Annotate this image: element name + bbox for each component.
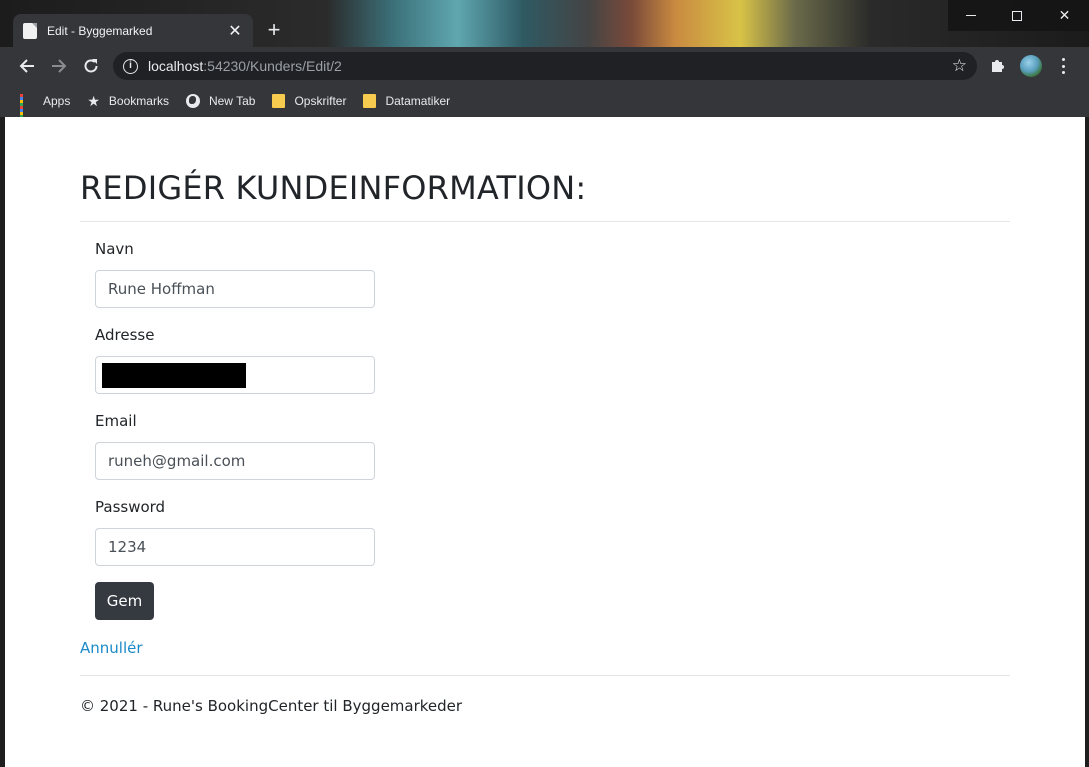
minimize-icon xyxy=(966,15,976,16)
close-window-button[interactable]: ✕ xyxy=(1040,0,1089,31)
title-divider xyxy=(80,221,1010,222)
right-window-edge xyxy=(1085,117,1089,767)
page-title: REDIGÉR KUNDEINFORMATION: xyxy=(80,169,587,207)
url-host: localhost xyxy=(148,58,204,74)
browser-menu-icon[interactable] xyxy=(1055,56,1071,76)
minimize-button[interactable] xyxy=(948,0,994,31)
maximize-button[interactable] xyxy=(994,0,1040,31)
tab-strip: Edit - Byggemarked ✕ + ✕ xyxy=(0,0,1089,47)
email-input[interactable] xyxy=(95,442,375,480)
password-label: Password xyxy=(95,498,166,516)
bookmarks-bar: Apps ★ Bookmarks New Tab Opskrifter Data… xyxy=(0,85,1089,121)
info-icon[interactable]: i xyxy=(123,58,138,74)
page-favicon-icon xyxy=(23,22,37,39)
tab-title: Edit - Byggemarked xyxy=(47,23,153,38)
browser-window: Edit - Byggemarked ✕ + ✕ i localhost:542… xyxy=(0,0,1089,767)
tab-close-icon[interactable]: ✕ xyxy=(227,21,243,41)
reload-button[interactable] xyxy=(79,54,103,78)
maximize-icon xyxy=(1012,10,1022,21)
cancel-link[interactable]: Annullér xyxy=(80,639,143,657)
navn-label: Navn xyxy=(95,240,134,258)
adresse-field-wrapper xyxy=(95,356,375,394)
extensions-puzzle-icon[interactable] xyxy=(989,56,1007,74)
bookmark-label: New Tab xyxy=(208,94,256,108)
globe-icon xyxy=(185,94,200,108)
bookmark-label: Bookmarks xyxy=(108,94,169,108)
forward-button[interactable] xyxy=(47,54,71,78)
bookmark-bookmarks[interactable]: ★ Bookmarks xyxy=(87,93,169,110)
folder-icon xyxy=(363,94,377,108)
bookmark-label: Datamatiker xyxy=(385,94,451,108)
url-path: :54230/Kunders/Edit/2 xyxy=(203,58,342,74)
save-button[interactable]: Gem xyxy=(95,582,154,620)
bookmark-label: Opskrifter xyxy=(294,94,347,108)
password-input[interactable] xyxy=(95,528,375,566)
bookmark-datamatiker[interactable]: Datamatiker xyxy=(363,94,450,108)
redaction-block xyxy=(102,363,246,388)
apps-grid-icon xyxy=(20,94,34,121)
address-bar[interactable]: i localhost:54230/Kunders/Edit/2 ☆ xyxy=(113,52,977,80)
bookmark-new-tab[interactable]: New Tab xyxy=(185,94,256,108)
browser-toolbar: i localhost:54230/Kunders/Edit/2 ☆ xyxy=(0,47,1089,85)
folder-icon xyxy=(272,94,286,108)
footer-copyright: © 2021 - Rune's BookingCenter til Byggem… xyxy=(80,697,463,715)
back-button[interactable] xyxy=(15,54,39,78)
navn-input[interactable] xyxy=(95,270,375,308)
bookmark-star-icon[interactable]: ☆ xyxy=(952,56,967,76)
bookmark-opskrifter[interactable]: Opskrifter xyxy=(272,94,346,108)
bookmark-apps[interactable]: Apps xyxy=(20,94,71,121)
footer-divider xyxy=(80,675,1010,676)
profile-avatar[interactable] xyxy=(1020,55,1042,77)
adresse-label: Adresse xyxy=(95,326,155,344)
tab-active[interactable]: Edit - Byggemarked ✕ xyxy=(13,14,253,47)
page-viewport: REDIGÉR KUNDEINFORMATION: Navn Adresse E… xyxy=(5,117,1085,767)
arrow-left-icon xyxy=(19,59,34,73)
bookmark-label: Apps xyxy=(43,94,71,108)
reload-icon xyxy=(84,59,98,73)
new-tab-button[interactable]: + xyxy=(262,19,286,43)
arrow-right-icon xyxy=(52,59,67,73)
email-label: Email xyxy=(95,412,137,430)
star-icon: ★ xyxy=(87,92,100,109)
close-icon: ✕ xyxy=(1058,7,1071,23)
